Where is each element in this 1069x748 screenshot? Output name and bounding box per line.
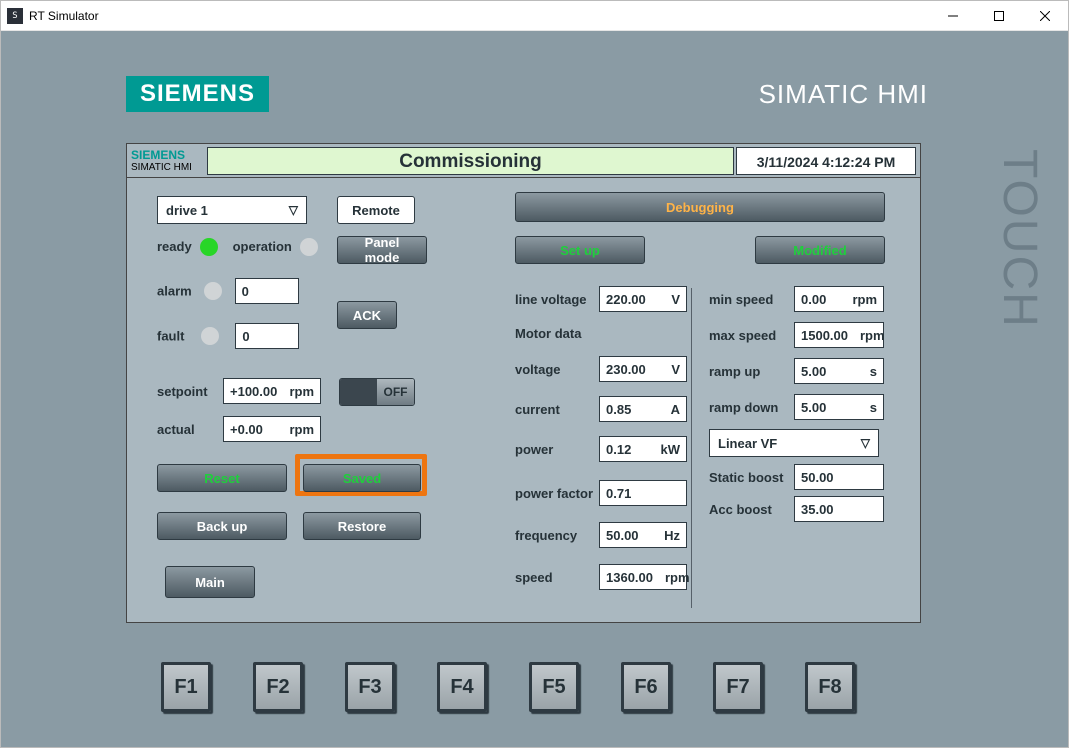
function-key-bar: F1 F2 F3 F4 F5 F6 F7 F8	[161, 662, 855, 712]
setpoint-field[interactable]: +100.00 rpm	[223, 378, 321, 404]
param-label: speed	[515, 570, 599, 585]
product-name: SIMATIC HMI	[759, 81, 928, 107]
setpoint-label: setpoint	[157, 384, 217, 399]
operation-led	[300, 238, 318, 256]
param-label: line voltage	[515, 292, 599, 307]
titlebar[interactable]: S RT Simulator	[1, 1, 1068, 31]
panel-mode-button[interactable]: Panel mode	[337, 236, 427, 264]
fault-code-field[interactable]: 0	[235, 323, 299, 349]
divider-icon	[691, 288, 692, 608]
param-field[interactable]: 1360.00rpm	[599, 564, 687, 590]
param-field[interactable]: 230.00V	[599, 356, 687, 382]
param-row: power factor 0.71	[515, 480, 687, 506]
param-row: current 0.85A	[515, 396, 687, 422]
app-icon: S	[7, 8, 23, 24]
param-row: speed 1360.00rpm	[515, 564, 687, 590]
f3-key[interactable]: F3	[345, 662, 395, 712]
param-field[interactable]: 220.00V	[599, 286, 687, 312]
param-label: frequency	[515, 528, 599, 543]
alarm-label: alarm	[157, 284, 192, 299]
vf-select-value: Linear VF	[718, 436, 777, 451]
remote-button[interactable]: Remote	[337, 196, 415, 224]
actual-label: actual	[157, 422, 217, 437]
param-row: voltage 230.00V	[515, 356, 687, 382]
param-row: ramp down 5.00s	[709, 394, 884, 420]
acc-boost-field[interactable]: 35.00	[794, 496, 884, 522]
param-label: voltage	[515, 362, 599, 377]
motor-data-label: Motor data	[515, 326, 581, 341]
vf-select[interactable]: Linear VF ▽	[709, 429, 879, 457]
touch-label: TOUCH	[995, 149, 1043, 329]
param-field[interactable]: 0.12kW	[599, 436, 687, 462]
saved-button[interactable]: Saved	[303, 464, 421, 492]
static-boost-field[interactable]: 50.00	[794, 464, 884, 490]
reset-button[interactable]: Reset	[157, 464, 287, 492]
param-row: max speed 1500.00rpm	[709, 322, 884, 348]
ready-label: ready	[157, 239, 192, 254]
param-label: power factor	[515, 486, 599, 501]
acc-boost-label: Acc boost	[709, 502, 794, 517]
param-label: max speed	[709, 328, 794, 343]
page-title: Commissioning	[207, 147, 734, 175]
f8-key[interactable]: F8	[805, 662, 855, 712]
drive-select-value: drive 1	[166, 203, 208, 218]
param-label: ramp up	[709, 364, 794, 379]
alarm-code-field[interactable]: 0	[235, 278, 299, 304]
minimize-button[interactable]	[930, 1, 976, 30]
main-button[interactable]: Main	[165, 566, 255, 598]
f6-key[interactable]: F6	[621, 662, 671, 712]
fault-label: fault	[157, 329, 184, 344]
restore-button[interactable]: Restore	[303, 512, 421, 540]
chevron-down-icon: ▽	[289, 203, 298, 217]
param-field[interactable]: 0.71	[599, 480, 687, 506]
f7-key[interactable]: F7	[713, 662, 763, 712]
param-field[interactable]: 5.00s	[794, 394, 884, 420]
fault-led	[201, 327, 219, 345]
param-row: frequency 50.00Hz	[515, 522, 687, 548]
param-field[interactable]: 0.85A	[599, 396, 687, 422]
hmi-panel: SIEMENS SIMATIC HMI TOUCH SIEMENS SIMATI…	[1, 31, 1068, 747]
actual-field: +0.00 rpm	[223, 416, 321, 442]
window-title: RT Simulator	[29, 9, 930, 23]
operation-label: operation	[233, 239, 292, 254]
drive-select[interactable]: drive 1 ▽	[157, 196, 307, 224]
setup-button[interactable]: Set up	[515, 236, 645, 264]
chevron-down-icon: ▽	[861, 436, 870, 450]
param-label: ramp down	[709, 400, 794, 415]
timestamp-field: 3/11/2024 4:12:24 PM	[736, 147, 916, 175]
ready-led	[200, 238, 218, 256]
param-label: current	[515, 402, 599, 417]
f2-key[interactable]: F2	[253, 662, 303, 712]
param-label: power	[515, 442, 599, 457]
header-subline: SIMATIC HMI	[131, 162, 207, 173]
static-boost-label: Static boost	[709, 470, 794, 485]
param-row: ramp up 5.00s	[709, 358, 884, 384]
param-field[interactable]: 50.00Hz	[599, 522, 687, 548]
param-field[interactable]: 5.00s	[794, 358, 884, 384]
backup-button[interactable]: Back up	[157, 512, 287, 540]
param-field[interactable]: 1500.00rpm	[794, 322, 884, 348]
hmi-screen: SIEMENS SIMATIC HMI Commissioning 3/11/2…	[126, 143, 921, 623]
debugging-button[interactable]: Debugging	[515, 192, 885, 222]
f4-key[interactable]: F4	[437, 662, 487, 712]
f5-key[interactable]: F5	[529, 662, 579, 712]
run-switch[interactable]: OFF	[339, 378, 415, 406]
alarm-led	[204, 282, 222, 300]
header-brand: SIEMENS	[131, 148, 207, 162]
param-row: line voltage 220.00V	[515, 286, 687, 312]
param-row: power 0.12kW	[515, 436, 687, 462]
ack-button[interactable]: ACK	[337, 301, 397, 329]
maximize-button[interactable]	[976, 1, 1022, 30]
modified-button[interactable]: Modified	[755, 236, 885, 264]
run-switch-label: OFF	[377, 379, 414, 405]
param-field[interactable]: 0.00rpm	[794, 286, 884, 312]
param-label: min speed	[709, 292, 794, 307]
siemens-logo: SIEMENS	[126, 76, 269, 112]
close-button[interactable]	[1022, 1, 1068, 30]
f1-key[interactable]: F1	[161, 662, 211, 712]
param-row: min speed 0.00rpm	[709, 286, 884, 312]
